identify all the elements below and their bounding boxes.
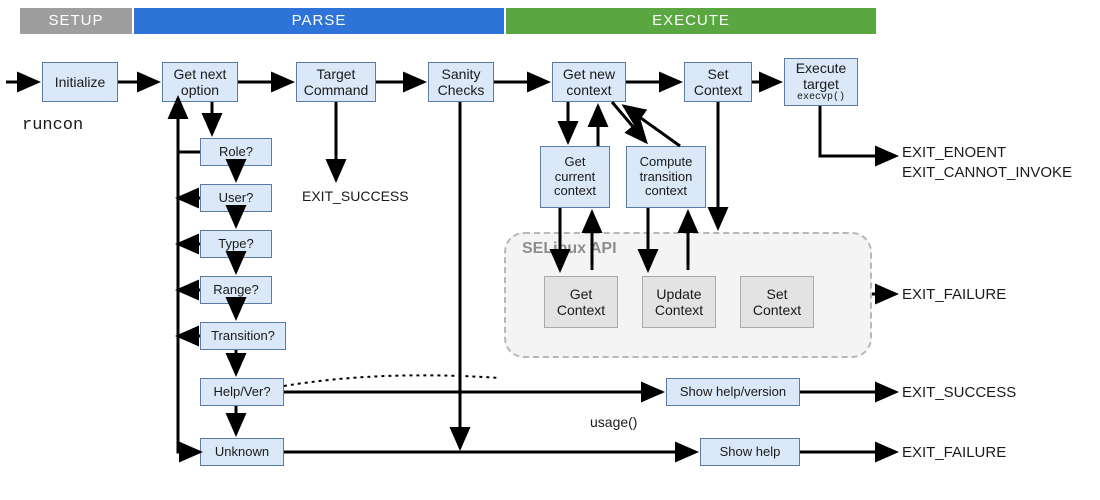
api-set-context: SetContext <box>740 276 814 328</box>
node-range-label: Range? <box>213 283 259 298</box>
phase-setup: SETUP <box>20 8 132 34</box>
node-transition-label: Transition? <box>211 329 275 344</box>
phase-parse: PARSE <box>134 8 504 34</box>
node-target-command-label: TargetCommand <box>304 66 369 98</box>
runcon-label: runcon <box>22 116 83 135</box>
node-help-ver-label: Help/Ver? <box>213 385 270 400</box>
node-compute-transition-ctx-label: Computetransitioncontext <box>640 155 693 200</box>
node-execute-target-sub: execvp() <box>797 92 845 104</box>
node-initialize: Initialize <box>42 62 118 102</box>
api-update-context: UpdateContext <box>642 276 716 328</box>
selinux-api-title: SELinux API <box>522 240 617 258</box>
label-exit-failure-unknown: EXIT_FAILURE <box>902 444 1006 461</box>
node-user: User? <box>200 184 272 212</box>
node-type-label: Type? <box>218 237 253 252</box>
node-execute-target: Executetarget execvp() <box>784 58 858 106</box>
node-sanity-checks-label: SanityChecks <box>438 66 485 98</box>
node-set-context-label: SetContext <box>694 66 742 98</box>
phase-execute: EXECUTE <box>506 8 876 34</box>
node-get-new-context-label: Get newcontext <box>563 66 615 98</box>
api-get-context: GetContext <box>544 276 618 328</box>
node-role: Role? <box>200 138 272 166</box>
node-unknown-label: Unknown <box>215 445 269 460</box>
node-show-help-label: Show help <box>720 445 781 460</box>
label-exit-enoent: EXIT_ENOENT <box>902 144 1006 161</box>
node-get-new-context: Get newcontext <box>552 62 626 102</box>
node-get-current-context-label: Getcurrentcontext <box>554 155 596 200</box>
node-sanity-checks: SanityChecks <box>428 62 494 102</box>
node-get-next-option-label: Get nextoption <box>174 66 227 98</box>
node-user-label: User? <box>219 191 254 206</box>
node-show-help: Show help <box>700 438 800 466</box>
label-exit-success-target: EXIT_SUCCESS <box>302 188 409 204</box>
node-unknown: Unknown <box>200 438 284 466</box>
label-exit-success-help: EXIT_SUCCESS <box>902 384 1016 401</box>
label-exit-failure-api: EXIT_FAILURE <box>902 286 1006 303</box>
node-range: Range? <box>200 276 272 304</box>
node-type: Type? <box>200 230 272 258</box>
node-target-command: TargetCommand <box>296 62 376 102</box>
node-help-ver: Help/Ver? <box>200 378 284 406</box>
api-set-context-label: SetContext <box>753 286 801 318</box>
node-show-help-version-label: Show help/version <box>680 385 786 400</box>
api-update-context-label: UpdateContext <box>655 286 703 318</box>
node-execute-target-label: Executetarget <box>796 60 847 92</box>
label-exit-cannot-invoke: EXIT_CANNOT_INVOKE <box>902 164 1072 181</box>
node-initialize-label: Initialize <box>55 74 106 90</box>
node-show-help-version: Show help/version <box>666 378 800 406</box>
node-get-current-context: Getcurrentcontext <box>540 146 610 208</box>
node-set-context: SetContext <box>684 62 752 102</box>
node-transition: Transition? <box>200 322 286 350</box>
label-usage: usage() <box>590 414 637 430</box>
api-get-context-label: GetContext <box>557 286 605 318</box>
node-role-label: Role? <box>219 145 253 160</box>
node-compute-transition-ctx: Computetransitioncontext <box>626 146 706 208</box>
node-get-next-option: Get nextoption <box>162 62 238 102</box>
